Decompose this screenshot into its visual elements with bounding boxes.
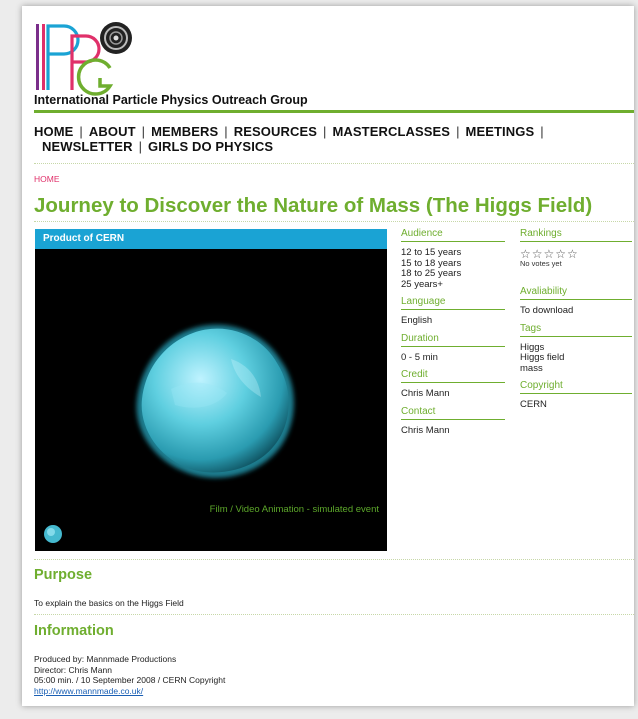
nav-separator: | xyxy=(540,124,544,139)
purpose-text: To explain the basics on the Higgs Field xyxy=(34,598,184,608)
availability-value: To download xyxy=(520,305,574,316)
page-title: Journey to Discover the Nature of Mass (… xyxy=(34,194,593,217)
nav-row-2: NEWSLETTER | GIRLS DO PHYSICS xyxy=(34,139,614,154)
audience-list: 12 to 15 years 15 to 18 years 18 to 25 y… xyxy=(401,247,505,290)
credit-value: Chris Mann xyxy=(401,388,450,399)
nav-row-1: HOME | ABOUT | MEMBERS | RESOURCES | MASTERCLASS… xyxy=(34,124,614,139)
nav-separator: | xyxy=(138,139,143,154)
duration-label: Duration xyxy=(401,333,505,347)
tag-item[interactable]: Higgs field xyxy=(520,352,632,364)
video-thumbnail[interactable] xyxy=(42,523,64,545)
rankings-label: Rankings xyxy=(520,228,632,242)
divider xyxy=(34,221,634,222)
ippog-logo[interactable] xyxy=(34,16,144,96)
nav-about[interactable]: ABOUT xyxy=(89,124,136,139)
language-label: Language xyxy=(401,296,505,310)
nav-newsletter[interactable]: NEWSLETTER xyxy=(42,139,133,154)
tags-label: Tags xyxy=(520,323,632,337)
nav-home[interactable]: HOME xyxy=(34,124,73,139)
copyright-label: Copyright xyxy=(520,380,632,394)
credit-label: Credit xyxy=(401,369,505,383)
nav-masterclasses[interactable]: MASTERCLASSES xyxy=(332,124,450,139)
producer-link[interactable]: http://www.mannmade.co.uk/ xyxy=(34,686,143,696)
copyright-value: CERN xyxy=(520,399,547,410)
audience-label: Audience xyxy=(401,228,505,242)
header-rule xyxy=(34,110,634,113)
info-line: Director: Chris Mann xyxy=(34,664,112,675)
audience-item: 12 to 15 years xyxy=(401,247,462,258)
contact-label: Contact xyxy=(401,406,505,420)
divider xyxy=(34,614,634,615)
divider xyxy=(34,559,634,560)
no-votes-text: No votes yet xyxy=(520,259,562,268)
audience-item: 25 years+ xyxy=(401,278,443,290)
main-nav: HOME | ABOUT | MEMBERS | RESOURCES | MASTERCLASS… xyxy=(34,124,614,154)
information-text: Produced by: Mannmade Productions Direct… xyxy=(34,654,225,696)
nav-girls-do-physics[interactable]: GIRLS DO PHYSICS xyxy=(148,139,273,154)
page-sheet: International Particle Physics Outreach … xyxy=(22,6,634,706)
breadcrumb[interactable]: HOME xyxy=(34,174,60,184)
tag-item[interactable]: mass xyxy=(520,363,632,375)
rating-widget: ☆☆☆☆☆ No votes yet xyxy=(520,248,632,268)
meta-column-left: Audience 12 to 15 years 15 to 18 years 1… xyxy=(401,228,505,442)
nav-separator: | xyxy=(79,124,83,139)
tags-list: Higgs Higgs field mass xyxy=(520,342,632,375)
purpose-title: Purpose xyxy=(34,567,93,583)
bottom-fade xyxy=(22,696,634,706)
video-caption: Film / Video Animation - simulated event xyxy=(209,504,379,515)
org-name: International Particle Physics Outreach … xyxy=(34,93,308,107)
availability-label: Avaliability xyxy=(520,286,632,300)
info-line: 05:00 min. / 10 September 2008 / CERN Co… xyxy=(34,675,226,685)
meta-column-right: Rankings ☆☆☆☆☆ No votes yet Avaliability… xyxy=(520,228,632,417)
video-header: Product of CERN xyxy=(35,229,387,249)
information-title: Information xyxy=(34,623,114,639)
higgs-animation-frame xyxy=(136,324,294,478)
nav-separator: | xyxy=(322,124,327,139)
audience-item: 18 to 25 years xyxy=(401,268,462,279)
info-line: Produced by: Mannmade Productions xyxy=(34,654,177,664)
duration-value: 0 - 5 min xyxy=(401,351,438,363)
nav-meetings[interactable]: MEETINGS xyxy=(466,124,535,139)
nav-separator: | xyxy=(224,124,228,139)
divider xyxy=(34,163,634,164)
video-player[interactable]: Product of CERN Film / Video Animation - xyxy=(35,229,387,551)
nav-separator: | xyxy=(456,124,460,139)
nav-resources[interactable]: RESOURCES xyxy=(234,124,317,139)
nav-members[interactable]: MEMBERS xyxy=(151,124,218,139)
language-value: English xyxy=(401,315,433,326)
contact-value: Chris Mann xyxy=(401,424,450,436)
nav-separator: | xyxy=(141,124,146,139)
